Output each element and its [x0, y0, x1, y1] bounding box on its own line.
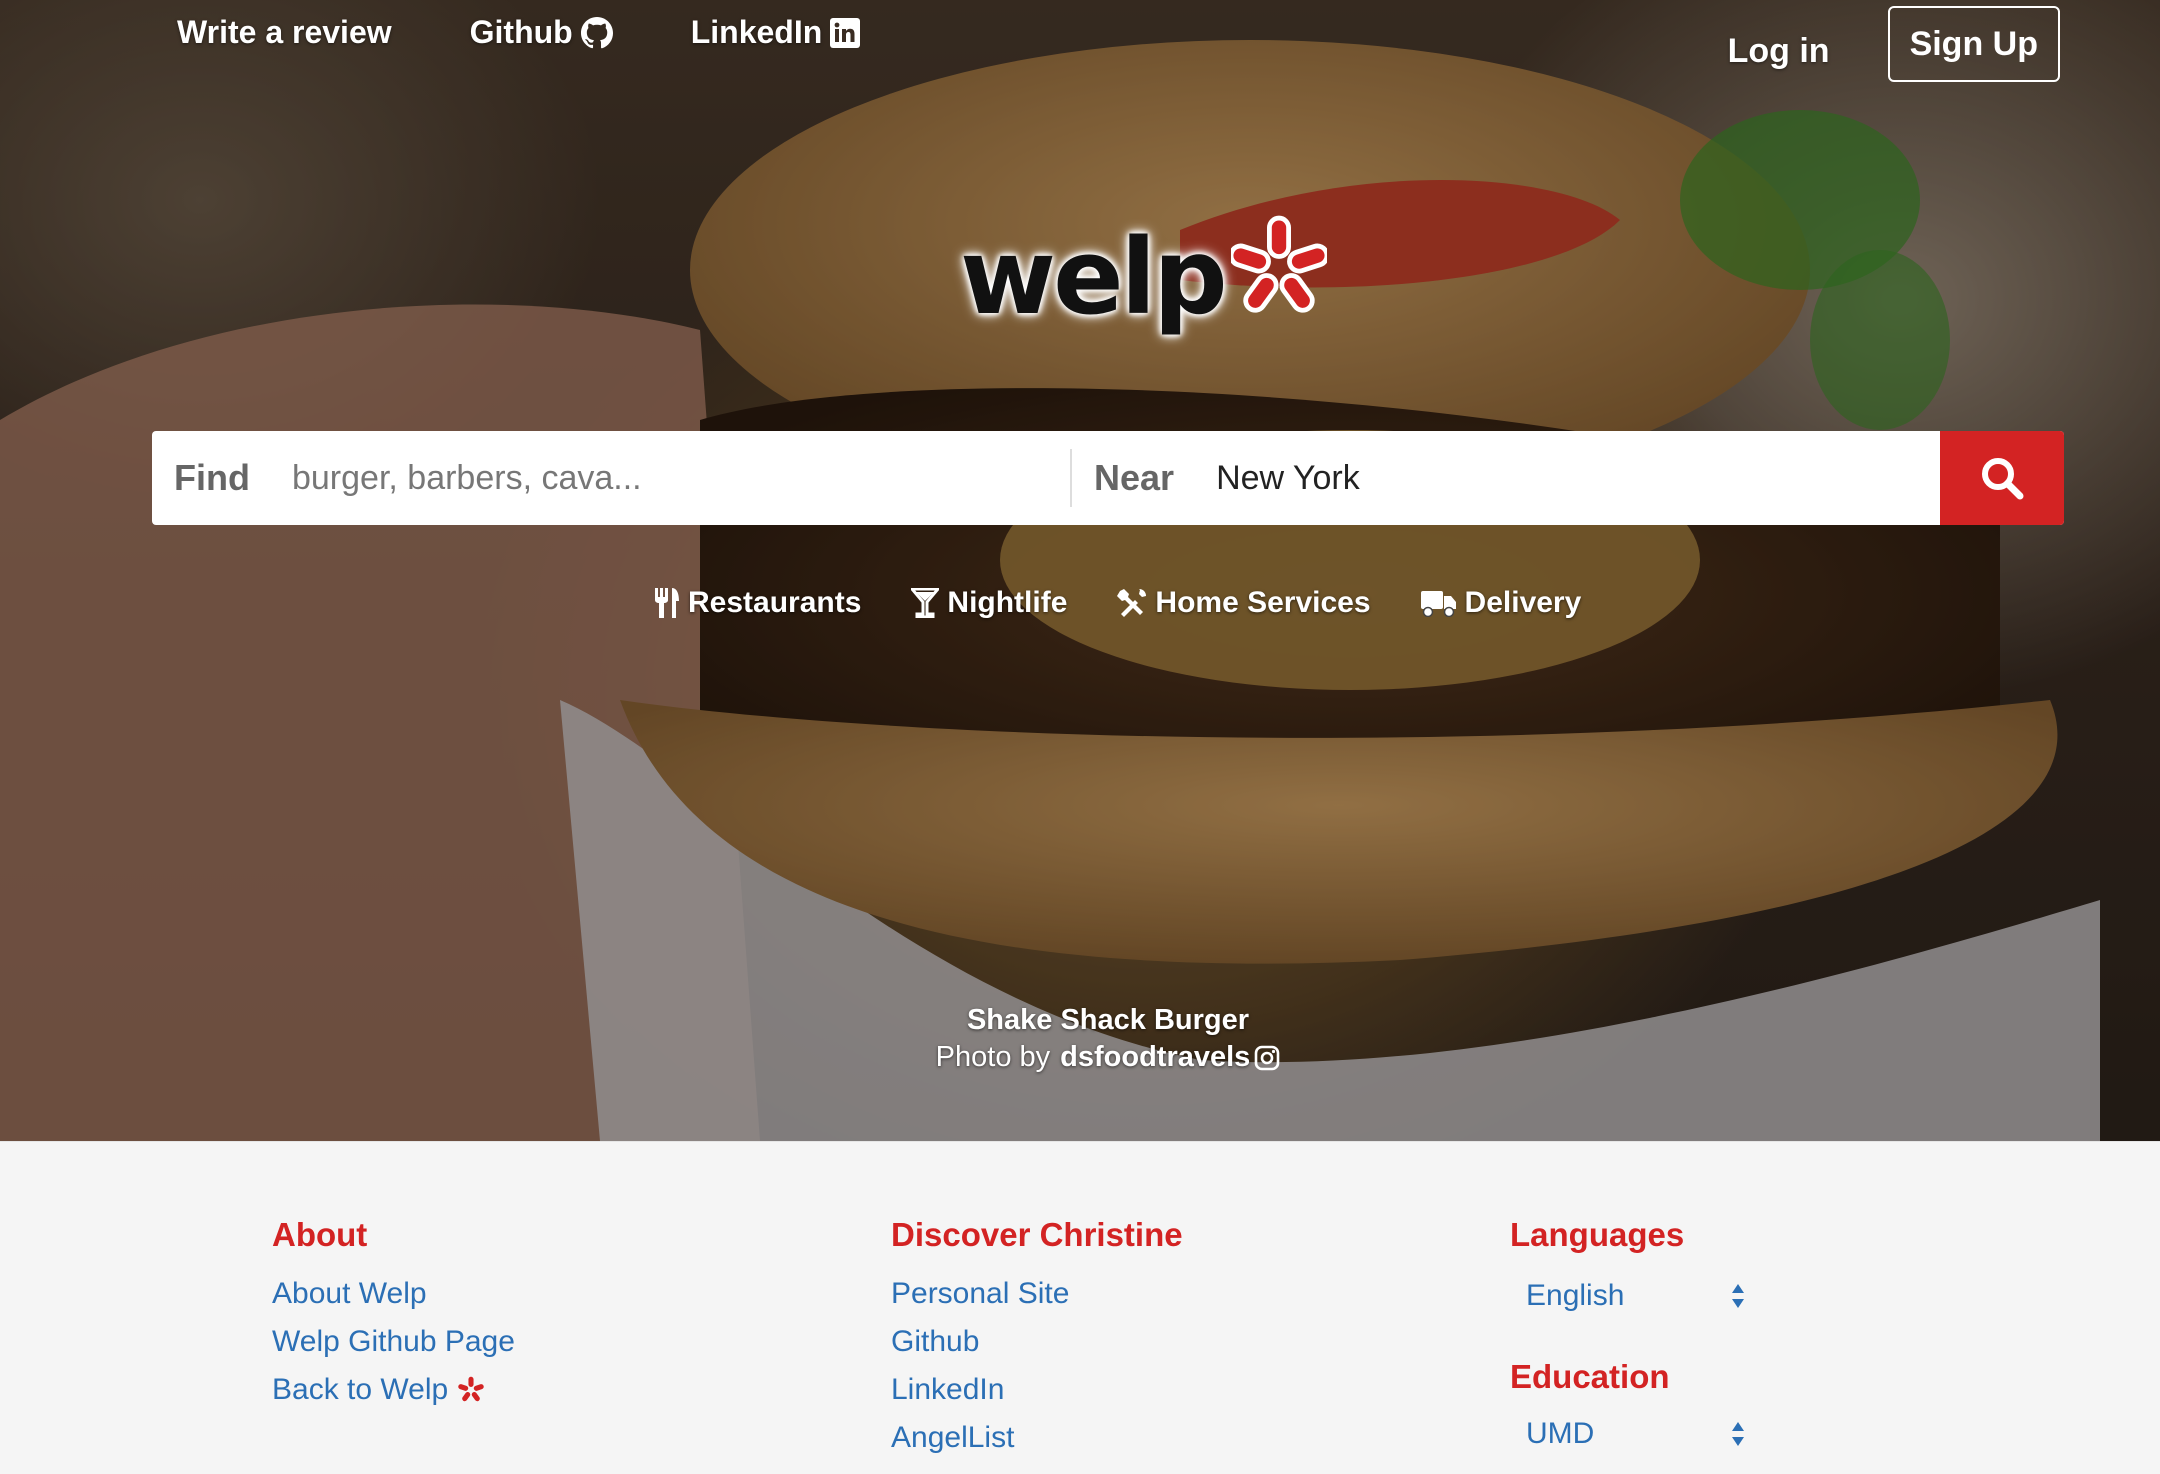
- top-nav-right: Log in Sign Up: [1728, 6, 2060, 82]
- search-icon: [1982, 458, 2024, 500]
- hero-section: Write a review Github LinkedIn Log in Si…: [0, 0, 2160, 1141]
- near-input[interactable]: [1216, 448, 1897, 508]
- personal-site-label: Personal Site: [891, 1277, 1070, 1310]
- languages-heading: Languages: [1510, 1216, 1685, 1253]
- photographer-link[interactable]: dsfoodtravels: [1060, 1041, 1280, 1074]
- category-home-services[interactable]: Home Services: [1117, 586, 1371, 620]
- linkedin-label: LinkedIn: [690, 14, 823, 50]
- category-restaurants-label: Restaurants: [688, 586, 862, 619]
- find-input[interactable]: [291, 448, 1052, 508]
- footer-about-column: About About Welp Welp Github Page Back t…: [272, 1216, 515, 1420]
- near-field: Near: [1072, 431, 1940, 525]
- category-nav: Restaurants Nightlife Home Services Deli…: [654, 586, 1581, 620]
- about-welp-label: About Welp: [272, 1277, 427, 1310]
- photo-credit-prefix: Photo by: [935, 1041, 1051, 1073]
- about-welp-link[interactable]: About Welp: [272, 1276, 515, 1312]
- linkedin-icon: [830, 17, 861, 48]
- back-to-welp-link[interactable]: Back to Welp: [272, 1372, 515, 1408]
- category-home-services-label: Home Services: [1155, 586, 1371, 619]
- education-select[interactable]: UMD: [1526, 1414, 1746, 1454]
- hero-overlay: [0, 0, 2160, 1141]
- github-link[interactable]: Github: [470, 14, 613, 51]
- personal-site-link[interactable]: Personal Site: [891, 1276, 1183, 1312]
- login-link[interactable]: Log in: [1728, 32, 1830, 71]
- footer-settings-column: Languages English Education UMD: [1510, 1216, 1746, 1454]
- category-delivery[interactable]: Delivery: [1420, 586, 1582, 620]
- signup-button[interactable]: Sign Up: [1887, 6, 2060, 82]
- footer-github-label: Github: [891, 1325, 980, 1358]
- cocktail-icon: [911, 588, 940, 618]
- search-button[interactable]: [1940, 431, 2064, 525]
- photo-title: Shake Shack Burger: [966, 1004, 1250, 1036]
- find-field: Find: [152, 448, 1072, 508]
- burst-icon: [458, 1376, 484, 1402]
- fork-knife-icon: [655, 588, 679, 618]
- category-delivery-label: Delivery: [1464, 586, 1582, 619]
- welp-github-link[interactable]: Welp Github Page: [272, 1324, 515, 1360]
- category-restaurants[interactable]: Restaurants: [654, 586, 861, 620]
- github-label: Github: [469, 14, 573, 50]
- footer-linkedin-link[interactable]: LinkedIn: [891, 1372, 1183, 1408]
- angellist-label: AngelList: [891, 1421, 1015, 1454]
- footer-linkedin-label: LinkedIn: [891, 1373, 1005, 1406]
- footer-discover-heading: Discover Christine: [891, 1216, 1183, 1253]
- instagram-icon: [1255, 1045, 1280, 1070]
- education-select-value: UMD: [1526, 1417, 1595, 1450]
- select-arrows-icon: [1732, 1422, 1744, 1446]
- burst-logo-icon: [1230, 215, 1327, 313]
- select-arrows-icon: [1732, 1284, 1744, 1308]
- write-review-link[interactable]: Write a review: [177, 14, 392, 51]
- hero-background-image: [0, 40, 2100, 1141]
- linkedin-link[interactable]: LinkedIn: [691, 14, 861, 51]
- github-icon: [580, 16, 613, 48]
- education-heading: Education: [1510, 1358, 1670, 1395]
- near-label: Near: [1094, 457, 1175, 498]
- angellist-link[interactable]: AngelList: [891, 1420, 1183, 1456]
- find-label: Find: [174, 457, 250, 498]
- top-nav-left: Write a review Github LinkedIn: [177, 14, 861, 51]
- category-nightlife[interactable]: Nightlife: [911, 586, 1067, 620]
- photographer-name: dsfoodtravels: [1060, 1041, 1251, 1073]
- welp-github-label: Welp Github Page: [272, 1325, 515, 1358]
- welp-logo[interactable]: welp: [960, 215, 1327, 338]
- photo-credit: Photo by dsfoodtravels: [0, 1041, 2160, 1074]
- category-nightlife-label: Nightlife: [947, 586, 1068, 619]
- photo-caption: Shake Shack Burger Photo by dsfoodtravel…: [0, 1004, 2160, 1074]
- back-to-welp-label: Back to Welp: [272, 1373, 449, 1406]
- tools-icon: [1117, 589, 1147, 617]
- footer-about-heading: About: [272, 1216, 368, 1253]
- search-bar: Find Near: [152, 431, 2064, 525]
- footer-github-link[interactable]: Github: [891, 1324, 1183, 1360]
- truck-icon: [1420, 591, 1456, 617]
- language-select[interactable]: English: [1526, 1276, 1746, 1316]
- write-review-label: Write a review: [177, 14, 392, 50]
- logo-text: welp: [960, 216, 1228, 338]
- language-select-value: English: [1526, 1279, 1625, 1312]
- footer: About About Welp Welp Github Page Back t…: [0, 1141, 2160, 1474]
- footer-discover-column: Discover Christine Personal Site Github …: [891, 1216, 1183, 1468]
